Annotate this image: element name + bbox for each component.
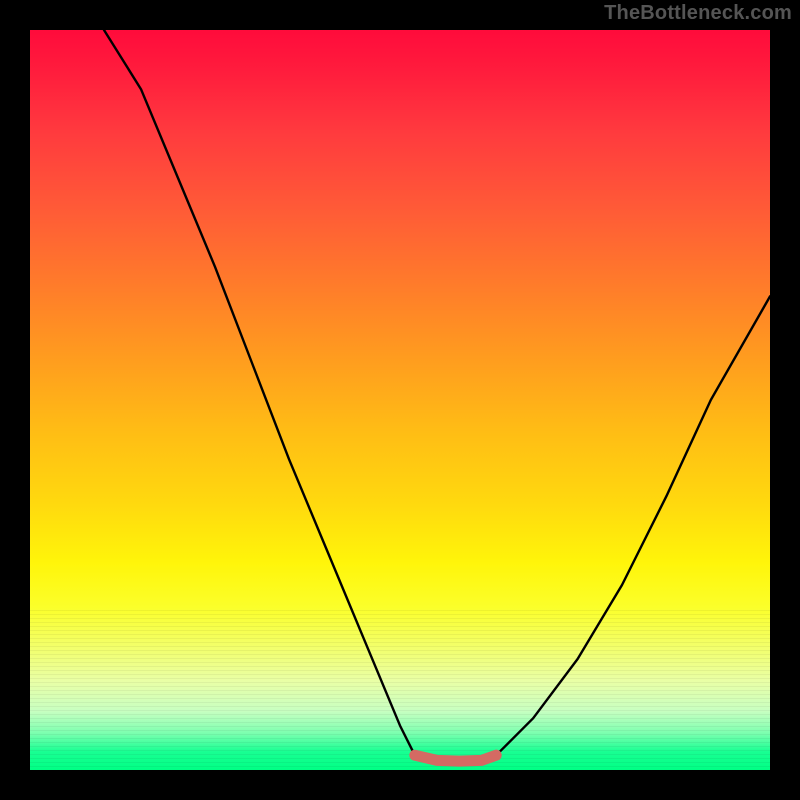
curve-svg <box>30 30 770 770</box>
valley-marker <box>415 755 496 761</box>
bottleneck-curve <box>104 30 770 761</box>
plot-area <box>30 30 770 770</box>
chart-stage: TheBottleneck.com <box>0 0 800 800</box>
watermark-text: TheBottleneck.com <box>604 2 792 25</box>
